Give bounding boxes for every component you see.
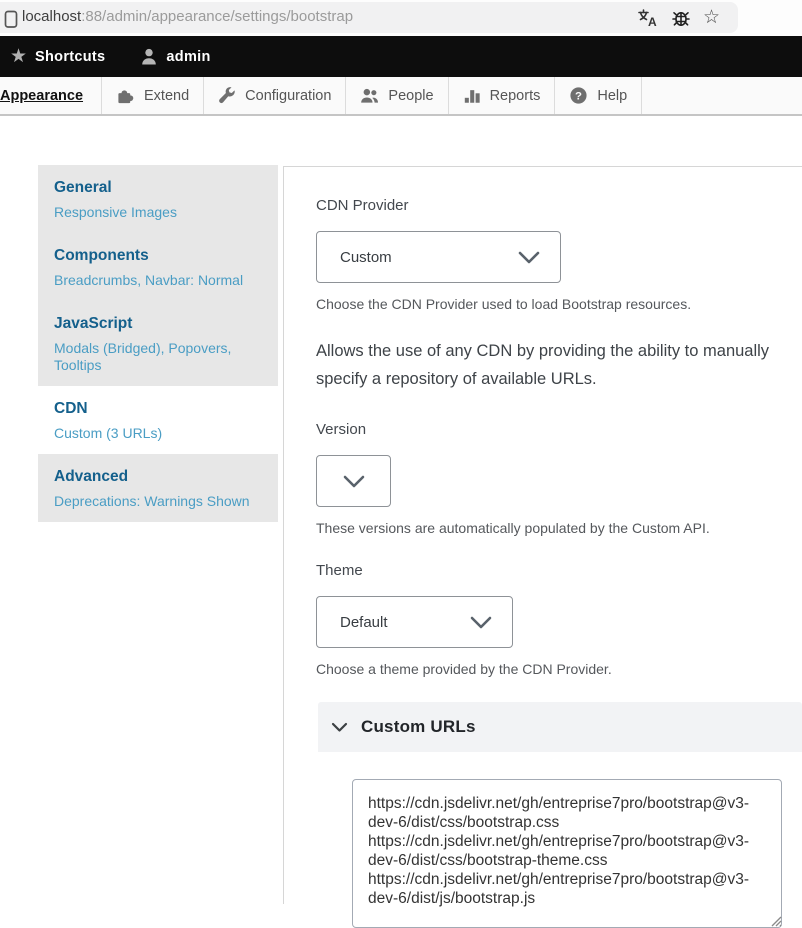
user-icon: [142, 48, 157, 64]
page-info-icon[interactable]: [2, 10, 20, 29]
chevron-down-icon: [331, 722, 348, 732]
url-bar[interactable]: localhost:88/admin/appearance/settings/b…: [0, 2, 738, 33]
url-host: localhost: [22, 8, 82, 25]
menu-label: Help: [597, 87, 628, 104]
menu-label: Configuration: [245, 87, 332, 104]
menu-label: People: [388, 87, 434, 104]
custom-urls-summary[interactable]: Custom URLs: [318, 702, 802, 752]
user-menu-button[interactable]: admin: [166, 49, 210, 65]
menu-item-people[interactable]: People: [346, 77, 449, 114]
vtab-title: General: [54, 179, 112, 196]
vtab-title: Advanced: [54, 468, 129, 485]
custom-urls-textarea[interactable]: https://cdn.jsdelivr.net/gh/entreprise7p…: [352, 779, 782, 928]
vtab-components[interactable]: Components Breadcrumbs, Navbar: Normal: [38, 233, 278, 301]
menu-item-appearance[interactable]: Appearance: [0, 77, 103, 114]
svg-text:?: ?: [575, 91, 582, 103]
vtab-summary: Breadcrumbs, Navbar: Normal: [54, 272, 244, 288]
chevron-down-icon: [518, 251, 540, 263]
version-label: Version: [316, 421, 367, 438]
svg-text:A: A: [648, 15, 657, 28]
theme-description: Choose a theme provided by the CDN Provi…: [316, 661, 612, 677]
admin-menu-bar: Appearance Extend Configuration People R…: [0, 77, 802, 116]
help-icon: ?: [570, 87, 587, 104]
menu-item-configuration[interactable]: Configuration: [204, 77, 347, 114]
cdn-provider-description: Choose the CDN Provider used to load Boo…: [316, 296, 692, 312]
menu-label: Appearance: [0, 87, 84, 104]
vtab-advanced[interactable]: Advanced Deprecations: Warnings Shown: [38, 454, 278, 522]
cdn-provider-select[interactable]: Custom: [316, 231, 561, 283]
custom-urls-details: Custom URLs https://cdn.jsdelivr.net/gh/…: [318, 702, 802, 928]
adblock-bug-icon[interactable]: [671, 8, 691, 28]
vtab-summary: Custom (3 URLs): [54, 425, 163, 441]
puzzle-icon: [118, 89, 134, 103]
menu-label: Extend: [144, 87, 190, 104]
custom-urls-title: Custom URLs: [361, 717, 476, 736]
shortcuts-button[interactable]: Shortcuts: [35, 49, 105, 65]
wrench-icon: [219, 86, 235, 103]
vtab-cdn[interactable]: CDN Custom (3 URLs): [38, 386, 278, 454]
chevron-down-icon: [343, 475, 364, 487]
bookmark-star-icon[interactable]: ☆: [703, 8, 720, 27]
vtab-title: CDN: [54, 400, 88, 417]
menu-bar-spacer: [642, 77, 802, 114]
custom-urls-body: https://cdn.jsdelivr.net/gh/entreprise7p…: [318, 752, 802, 928]
url-text: localhost:88/admin/appearance/settings/b…: [22, 8, 353, 25]
admin-toolbar: ★ Shortcuts admin: [0, 36, 802, 77]
cdn-provider-value: Custom: [340, 248, 392, 266]
browser-bar: localhost:88/admin/appearance/settings/b…: [0, 0, 802, 36]
cdn-settings-pane: CDN Provider Custom Choose the CDN Provi…: [283, 166, 802, 928]
settings-vertical-tabs: General Responsive Images Components Bre…: [38, 165, 278, 522]
menu-label: Reports: [489, 87, 541, 104]
theme-select[interactable]: Default: [316, 596, 513, 648]
cdn-provider-label: CDN Provider: [316, 197, 409, 214]
translate-icon[interactable]: A: [637, 8, 659, 28]
theme-label: Theme: [316, 562, 363, 579]
url-path: :88/admin/appearance/settings/bootstrap: [81, 8, 354, 25]
menu-item-reports[interactable]: Reports: [449, 77, 556, 114]
vtab-general[interactable]: General Responsive Images: [38, 165, 278, 233]
version-select[interactable]: [316, 455, 391, 507]
theme-value: Default: [340, 613, 388, 631]
people-icon: [361, 88, 379, 103]
menu-item-extend[interactable]: Extend: [102, 77, 205, 114]
bar-chart-icon: [464, 89, 480, 103]
chevron-down-icon: [470, 616, 492, 628]
vtab-summary: Deprecations: Warnings Shown: [54, 493, 250, 509]
vtab-title: JavaScript: [54, 315, 133, 332]
shortcuts-star-icon: ★: [10, 46, 28, 67]
vtab-summary: Responsive Images: [54, 204, 177, 220]
cdn-intro-text: Allows the use of any CDN by providing t…: [316, 342, 770, 388]
vtab-javascript[interactable]: JavaScript Modals (Bridged), Popovers, T…: [38, 301, 278, 386]
vtab-title: Components: [54, 247, 149, 264]
vtab-summary: Modals (Bridged), Popovers, Tooltips: [54, 340, 232, 373]
menu-item-help[interactable]: ? Help: [555, 77, 643, 114]
version-description: These versions are automatically populat…: [316, 520, 710, 536]
